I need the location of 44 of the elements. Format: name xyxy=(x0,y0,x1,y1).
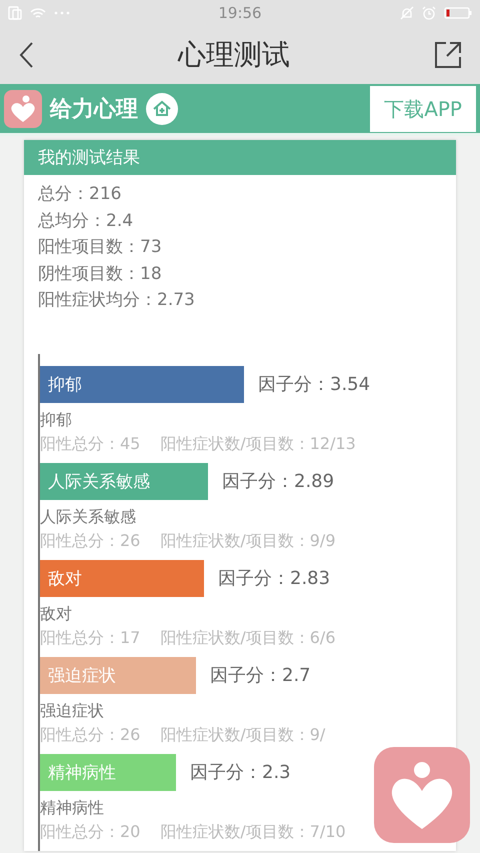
summary-line: 阴性项目数：18 xyxy=(38,262,163,286)
factor-bar: 敌对 xyxy=(40,560,204,596)
factor-bar: 抑郁 xyxy=(40,366,244,402)
factor-name: 人际关系敏感 xyxy=(40,506,137,528)
summary-line: 阳性项目数：73 xyxy=(38,236,163,259)
status-time: 19:56 xyxy=(218,4,262,22)
page-title: 心理测试 xyxy=(178,37,290,73)
wifi-icon xyxy=(30,6,46,20)
factor-bar: 人际关系敏感 xyxy=(40,462,208,500)
summary-line: 总均分：2.4 xyxy=(38,210,134,232)
symptom-ratio: 阳性症状数/项目数：9/9 xyxy=(160,530,336,552)
factor-score: 因子分：2.89 xyxy=(222,470,334,493)
factor-score: 因子分：2.83 xyxy=(218,567,330,590)
factor-score: 因子分：2.3 xyxy=(190,761,291,784)
summary-line: 阳性症状均分：2.73 xyxy=(38,289,196,312)
positive-total: 阳性总分：20 xyxy=(40,820,140,842)
positive-total: 阳性总分：26 xyxy=(40,724,140,746)
factor-score: 因子分：3.54 xyxy=(258,373,370,396)
battery-icon xyxy=(444,7,472,19)
factor-name: 强迫症状 xyxy=(40,700,105,722)
bell-off-icon xyxy=(400,6,414,20)
factor-bar: 强迫症状 xyxy=(40,656,196,694)
sim-icon xyxy=(8,6,22,20)
alarm-icon xyxy=(422,6,436,20)
factor-name: 敌对 xyxy=(40,602,73,624)
home-icon[interactable] xyxy=(146,92,178,124)
factor-bar: 精神病性 xyxy=(40,754,176,790)
download-app-button[interactable]: 下载APP xyxy=(370,86,476,132)
factor-name: 精神病性 xyxy=(40,796,105,818)
positive-total: 阳性总分：17 xyxy=(40,626,140,648)
card-header: 我的测试结果 xyxy=(24,140,456,175)
heart-logo-icon xyxy=(4,90,42,128)
symptom-ratio: 阳性症状数/项目数：7/10 xyxy=(160,820,346,842)
factor-name: 抑郁 xyxy=(40,408,73,430)
positive-total: 阳性总分：45 xyxy=(40,432,140,454)
brand-name: 给力心理 xyxy=(50,96,138,124)
positive-total: 阳性总分：26 xyxy=(40,530,140,552)
summary-line: 总分：216 xyxy=(38,183,122,206)
factor-score: 因子分：2.7 xyxy=(210,664,311,687)
symptom-ratio: 阳性症状数/项目数：9/ xyxy=(160,724,326,746)
symptom-ratio: 阳性症状数/项目数：12/13 xyxy=(160,432,356,454)
back-icon[interactable] xyxy=(18,41,34,69)
share-icon[interactable] xyxy=(434,41,462,69)
symptom-ratio: 阳性症状数/项目数：6/6 xyxy=(160,626,336,648)
